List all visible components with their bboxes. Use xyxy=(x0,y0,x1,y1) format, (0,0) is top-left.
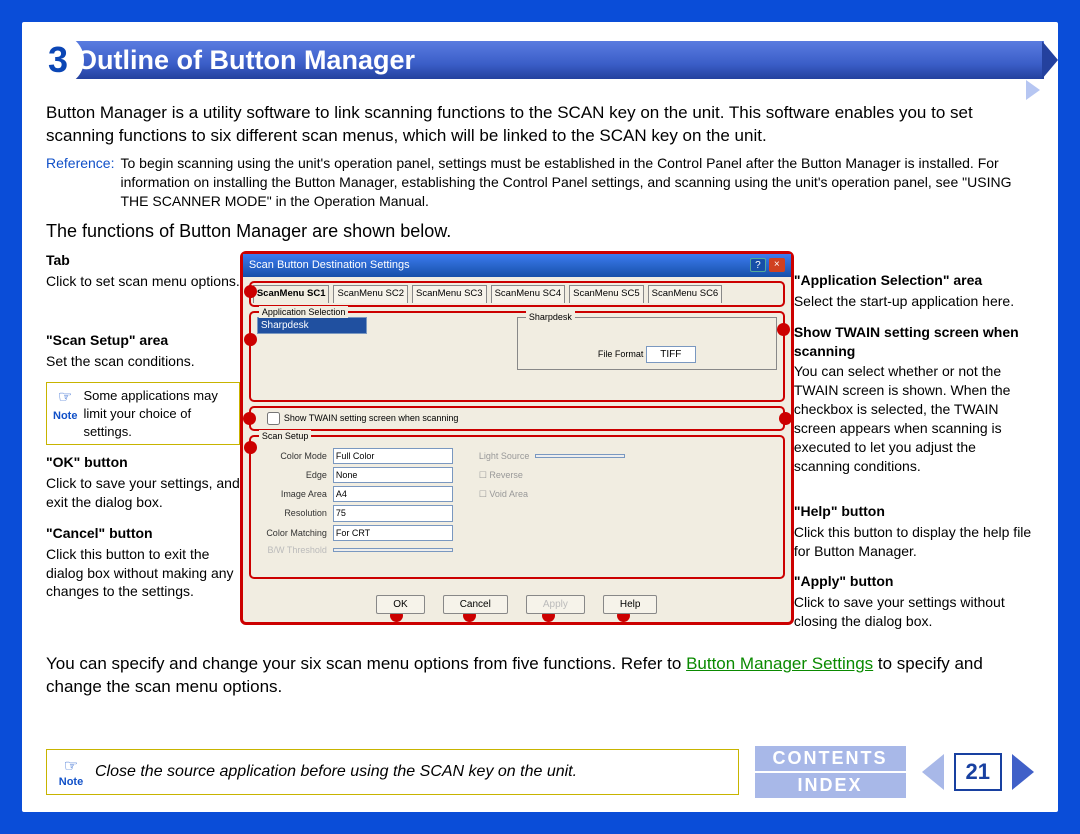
page-title: Outline of Button Manager xyxy=(58,41,1044,79)
cancel-button[interactable]: Cancel xyxy=(443,595,508,614)
page-number: 21 xyxy=(954,753,1002,791)
contents-link[interactable]: CONTENTS xyxy=(755,746,906,771)
callout-tab: Tab Click to set scan menu options. xyxy=(46,251,240,291)
next-page-arrow-icon[interactable] xyxy=(1012,754,1034,790)
application-selection-group: Application Selection Sharpdesk Sharpdes… xyxy=(249,311,785,403)
tab-sc2[interactable]: ScanMenu SC2 xyxy=(333,285,408,303)
bw-threshold xyxy=(333,548,453,552)
callout-scan-setup: "Scan Setup" area Set the scan condition… xyxy=(46,331,240,371)
callout-app-selection: "Application Selection" area Select the … xyxy=(794,271,1034,311)
color-mode-dropdown[interactable]: Full Color xyxy=(333,448,453,464)
help-button[interactable]: Help xyxy=(603,595,658,614)
tab-sc6[interactable]: ScanMenu SC6 xyxy=(648,285,723,303)
reference-label: Reference: xyxy=(46,154,114,211)
callout-cancel: "Cancel" button Click this button to exi… xyxy=(46,524,240,602)
pointing-hand-icon: ☞ xyxy=(53,387,77,409)
title-arrow xyxy=(1042,41,1058,79)
window-title: Scan Button Destination Settings xyxy=(249,258,410,273)
callout-twain: Show TWAIN setting screen when scanning … xyxy=(794,323,1034,476)
light-source-dropdown[interactable] xyxy=(535,454,625,458)
twain-checkbox-row: Show TWAIN setting screen when scanning xyxy=(249,406,785,431)
note-box: ☞ Note Some applications may limit your … xyxy=(46,382,240,445)
twain-checkbox[interactable] xyxy=(267,412,280,425)
corner-arrow-icon xyxy=(1026,80,1040,100)
button-manager-settings-link[interactable]: Button Manager Settings xyxy=(686,654,873,673)
pointing-hand-icon: ☞ xyxy=(57,756,85,776)
tab-sc5[interactable]: ScanMenu SC5 xyxy=(569,285,644,303)
reference-text: To begin scanning using the unit's opera… xyxy=(114,154,1034,211)
file-format-dropdown[interactable]: TIFF xyxy=(646,346,696,364)
colormatch-dropdown[interactable]: For CRT xyxy=(333,525,453,541)
prev-page-arrow-icon[interactable] xyxy=(922,754,944,790)
chapter-number: 3 xyxy=(32,34,84,86)
help-icon[interactable]: ? xyxy=(750,258,766,272)
resolution-dropdown[interactable]: 75 xyxy=(333,505,453,521)
after-text: You can specify and change your six scan… xyxy=(22,643,1058,699)
index-link[interactable]: INDEX xyxy=(755,773,906,798)
image-area-dropdown[interactable]: A4 xyxy=(333,486,453,502)
edge-dropdown[interactable]: None xyxy=(333,467,453,483)
footer-note: ☞ Note Close the source application befo… xyxy=(46,749,739,795)
ok-button[interactable]: OK xyxy=(376,595,424,614)
scan-setup-group: Scan Setup Color ModeFull ColorLight Sou… xyxy=(249,435,785,579)
tab-sc1[interactable]: ScanMenu SC1 xyxy=(253,285,330,303)
app-dropdown[interactable]: Sharpdesk xyxy=(257,317,367,335)
callout-apply: "Apply" button Click to save your settin… xyxy=(794,572,1034,631)
intro-text: Button Manager is a utility software to … xyxy=(46,102,1034,148)
tab-sc4[interactable]: ScanMenu SC4 xyxy=(491,285,566,303)
apply-button[interactable]: Apply xyxy=(526,595,585,614)
callout-ok: "OK" button Click to save your settings,… xyxy=(46,453,240,512)
close-icon[interactable]: × xyxy=(769,258,785,272)
dialog-window: Scan Button Destination Settings ? × Sca… xyxy=(240,251,794,625)
subheading: The functions of Button Manager are show… xyxy=(46,219,1034,243)
callout-help: "Help" button Click this button to displ… xyxy=(794,502,1034,561)
tabs-row: ScanMenu SC1 ScanMenu SC2 ScanMenu SC3 S… xyxy=(253,285,781,303)
tab-sc3[interactable]: ScanMenu SC3 xyxy=(412,285,487,303)
